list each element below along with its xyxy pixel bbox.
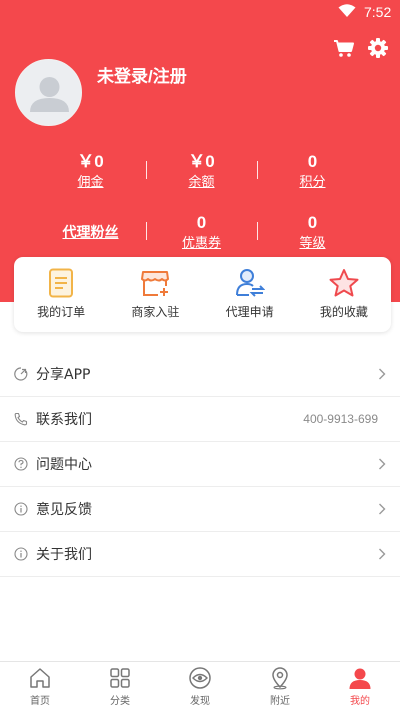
quick-action-label: 我的收藏 [319, 305, 368, 319]
tab-home[interactable]: 首页 [0, 662, 80, 710]
quick-action-agent-apply[interactable]: 代理申请 [203, 257, 297, 332]
menu-item-label: 问题中心 [36, 457, 92, 473]
phone-icon [14, 412, 28, 426]
question-icon [14, 457, 28, 471]
discover-icon [189, 667, 211, 689]
menu-item-contact-us[interactable]: 联系我们 400-9913-699 [0, 397, 400, 442]
stat-agent-fans[interactable]: 代理粉丝 [35, 211, 146, 255]
tab-nearby[interactable]: 附近 [240, 662, 320, 710]
quick-action-label: 商家入驻 [131, 305, 180, 319]
stat-level[interactable]: 0 等级 [257, 211, 368, 255]
info-icon [14, 547, 28, 561]
contact-phone-number[interactable]: 400-9913-699 [303, 412, 378, 426]
stat-value: 0 [307, 213, 318, 232]
menu-item-feedback[interactable]: 意见反馈 [0, 487, 400, 532]
location-icon [272, 667, 288, 690]
order-icon [49, 268, 74, 298]
default-avatar-icon [30, 77, 69, 112]
avatar[interactable] [15, 59, 82, 126]
share-icon [14, 367, 28, 381]
category-icon [110, 668, 130, 688]
quick-action-my-orders[interactable]: 我的订单 [14, 257, 108, 332]
chevron-right-icon [379, 548, 386, 560]
quick-action-merchant-join[interactable]: 商家入驻 [108, 257, 202, 332]
chevron-right-icon [379, 368, 386, 380]
menu-item-label: 联系我们 [36, 412, 92, 428]
info-icon [14, 502, 28, 516]
bottom-tab-bar: 首页 分类 发现 附近 我的 [0, 661, 400, 710]
cart-icon[interactable] [332, 36, 356, 60]
agent-icon [235, 269, 265, 297]
stat-label: 等级 [299, 236, 326, 251]
status-bar: 7:52 [0, 0, 400, 24]
stat-value: ￥0 [188, 152, 215, 171]
account-stats: ￥0 佣金 ￥0 余额 0 积分 代理粉丝 0 优惠券 0 等级 [35, 150, 368, 255]
tab-label: 发现 [190, 696, 210, 707]
tab-label: 附近 [270, 696, 290, 707]
tab-mine[interactable]: 我的 [320, 662, 400, 710]
stat-points[interactable]: 0 积分 [257, 150, 368, 194]
user-icon [349, 668, 371, 689]
menu-item-about-us[interactable]: 关于我们 [0, 532, 400, 577]
stat-label: 积分 [299, 175, 326, 190]
star-icon [329, 269, 359, 297]
settings-menu: 分享APP 联系我们 400-9913-699 问题中心 意见反馈 关于我们 [0, 352, 400, 577]
stat-value: 0 [196, 213, 207, 232]
stat-balance[interactable]: ￥0 余额 [146, 150, 257, 194]
quick-action-label: 我的订单 [37, 305, 86, 319]
menu-item-help-center[interactable]: 问题中心 [0, 442, 400, 487]
stat-label: 佣金 [77, 175, 104, 190]
settings-gear-icon[interactable] [366, 36, 390, 60]
chevron-right-icon [379, 458, 386, 470]
quick-action-label: 代理申请 [225, 305, 274, 319]
stat-coupons[interactable]: 0 优惠券 [146, 211, 257, 255]
chevron-right-icon [379, 503, 386, 515]
menu-item-label: 意见反馈 [36, 502, 92, 518]
stat-label: 余额 [188, 175, 215, 190]
menu-item-label: 分享APP [36, 367, 91, 383]
tab-label: 我的 [350, 696, 370, 707]
stat-value: ￥0 [77, 152, 104, 171]
quick-actions-card: 我的订单 商家入驻 代理申请 我的收藏 [14, 257, 391, 332]
stat-label: 优惠券 [181, 236, 221, 251]
quick-action-my-favorites[interactable]: 我的收藏 [297, 257, 391, 332]
tab-category[interactable]: 分类 [80, 662, 160, 710]
tab-label: 分类 [110, 696, 130, 707]
stat-value: 0 [307, 152, 318, 171]
stat-commission[interactable]: ￥0 佣金 [35, 150, 146, 194]
home-icon [30, 668, 50, 688]
menu-item-share-app[interactable]: 分享APP [0, 352, 400, 397]
wifi-icon [338, 4, 356, 17]
stat-label: 代理粉丝 [62, 225, 119, 241]
tab-label: 首页 [30, 696, 50, 707]
status-time: 7:52 [364, 4, 392, 20]
tab-discover[interactable]: 发现 [160, 662, 240, 710]
menu-item-label: 关于我们 [36, 547, 92, 563]
login-register-link[interactable]: 未登录/注册 [97, 62, 187, 87]
shop-icon [141, 271, 170, 296]
